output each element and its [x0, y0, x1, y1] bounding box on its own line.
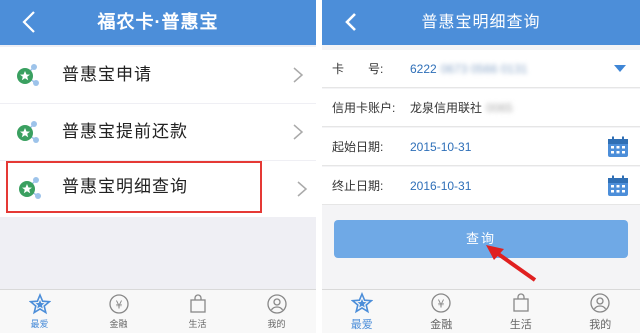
page-title: 福农卡·普惠宝 — [97, 12, 219, 32]
credit-account-value: 龙泉信用联社 0065 — [410, 89, 513, 127]
tab-finance[interactable]: ¥ 金融 — [79, 290, 158, 333]
svg-text:¥: ¥ — [115, 299, 122, 312]
tab-label: 我的 — [589, 318, 612, 331]
end-date-row[interactable]: 终止日期: 2016-10-31 — [322, 167, 640, 205]
shopping-bag-icon — [189, 294, 206, 313]
yen-coin-icon: ¥ — [108, 294, 129, 314]
end-date-value: 2016-10-31 — [410, 179, 472, 193]
credit-account-name: 龙泉信用联社 — [410, 101, 483, 115]
menu-item-detail-query[interactable]: 普惠宝明细查询 — [6, 161, 262, 213]
start-date-label: 起始日期: — [332, 140, 384, 154]
credit-account-row: 信用卡账户: 龙泉信用联社 0065 — [322, 89, 640, 127]
star-share-icon — [17, 121, 39, 143]
tab-label: 最爱 — [30, 319, 49, 329]
credit-account-label: 信用卡账户: — [332, 101, 396, 115]
star-share-icon — [17, 64, 39, 86]
tab-favorites[interactable]: 最爱 — [0, 290, 79, 333]
svg-text:¥: ¥ — [438, 297, 445, 310]
tab-favorites[interactable]: 最爱 — [322, 290, 402, 333]
tab-bar: 最爱 ¥ 金融 生活 我的 — [322, 289, 640, 333]
tab-label: 我的 — [267, 319, 286, 329]
chevron-right-icon — [293, 67, 304, 83]
tab-mine[interactable]: 我的 — [561, 290, 640, 333]
calendar-icon[interactable] — [606, 135, 630, 159]
navbar: 福农卡·普惠宝 — [0, 0, 316, 45]
tab-life[interactable]: 生活 — [158, 290, 237, 333]
credit-account-masked: 0065 — [486, 101, 513, 115]
tab-label: 最爱 — [350, 318, 373, 331]
user-icon — [266, 294, 287, 314]
star-icon — [28, 293, 51, 315]
start-date-value: 2015-10-31 — [410, 140, 472, 154]
menu-item-label: 普惠宝提前还款 — [62, 122, 188, 141]
card-number-masked: 0673 0566 0131 — [440, 62, 528, 76]
tab-label: 生活 — [509, 318, 532, 331]
tab-bar: 最爱 ¥ 金融 生活 我的 — [0, 289, 316, 333]
annotation-arrow-icon — [486, 245, 537, 282]
tab-label: 金融 — [109, 319, 128, 329]
card-number-label: 卡 号: — [332, 62, 384, 76]
navbar: 普惠宝明细查询 — [322, 0, 640, 45]
tab-label: 金融 — [430, 318, 453, 331]
yen-coin-icon: ¥ — [431, 292, 451, 313]
tab-mine[interactable]: 我的 — [237, 290, 316, 333]
card-number-prefix: 6222 — [410, 62, 437, 76]
menu-item-early-repayment[interactable]: 普惠宝提前还款 — [0, 104, 316, 160]
dropdown-caret-icon[interactable] — [614, 65, 626, 72]
menu-item-label: 普惠宝申请 — [62, 65, 152, 84]
card-number-row[interactable]: 卡 号: 6222 0673 0566 0131 — [322, 50, 640, 88]
chevron-left-icon — [345, 13, 356, 31]
left-screen: 福农卡·普惠宝 普惠宝申请 普惠宝提前还款 普惠宝明细查询 最爱 ¥ 金融 生活… — [0, 0, 316, 333]
chevron-right-icon — [293, 124, 304, 140]
tab-finance[interactable]: ¥ 金融 — [402, 290, 482, 333]
tab-label: 生活 — [188, 319, 207, 329]
start-date-row[interactable]: 起始日期: 2015-10-31 — [322, 128, 640, 166]
chevron-left-icon — [22, 11, 35, 33]
end-date-label: 终止日期: — [332, 179, 384, 193]
card-number-value: 6222 0673 0566 0131 — [410, 50, 527, 88]
star-icon — [350, 291, 373, 313]
page-title: 普惠宝明细查询 — [421, 14, 541, 31]
shopping-bag-icon — [513, 292, 529, 312]
calendar-icon[interactable] — [606, 174, 630, 198]
menu-item-apply[interactable]: 普惠宝申请 — [0, 47, 316, 103]
chevron-right-icon — [297, 181, 308, 197]
star-share-icon — [19, 177, 41, 199]
tab-life[interactable]: 生活 — [481, 290, 561, 333]
menu-item-label: 普惠宝明细查询 — [62, 177, 188, 196]
user-icon — [590, 292, 610, 313]
